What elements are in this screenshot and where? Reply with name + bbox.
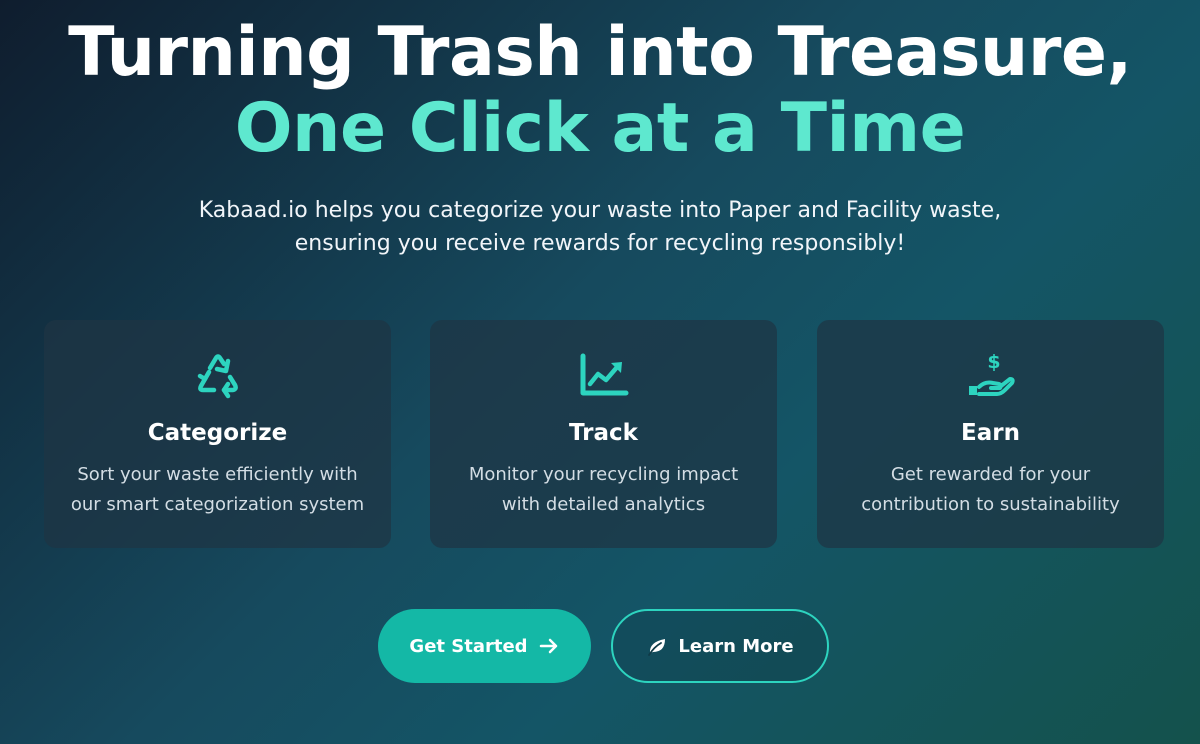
hero-subtitle-line-1: Kabaad.io helps you categorize your wast… <box>198 198 1002 223</box>
feature-description-line: Get rewarded for your <box>890 464 1091 485</box>
feature-card-earn: $ Earn Get rewarded for your contributio… <box>817 320 1164 548</box>
feature-title: Track <box>569 420 638 446</box>
feature-description-line: Monitor your recycling impact <box>468 464 739 485</box>
chart-line-icon <box>578 348 630 400</box>
feature-description-line: with detailed analytics <box>501 494 706 515</box>
feature-title: Categorize <box>147 420 288 446</box>
feature-card-categorize: Categorize Sort your waste efficiently w… <box>44 320 391 548</box>
hero-section: Turning Trash into Treasure, One Click a… <box>0 0 1200 744</box>
hero-subtitle-line-2: ensuring you receive rewards for recycli… <box>294 231 906 256</box>
hand-dollar-icon: $ <box>965 348 1017 400</box>
svg-text:$: $ <box>987 351 1000 373</box>
learn-more-label: Learn More <box>678 635 794 657</box>
learn-more-button[interactable]: Learn More <box>611 609 829 683</box>
feature-description: Monitor your recycling impact with detai… <box>454 460 753 520</box>
get-started-button[interactable]: Get Started <box>378 609 591 683</box>
feature-description-line: Sort your waste efficiently with <box>77 464 358 485</box>
feature-cards: Categorize Sort your waste efficiently w… <box>44 320 1164 548</box>
feature-description: Sort your waste efficiently with our sma… <box>68 460 367 520</box>
recycle-icon <box>192 348 244 400</box>
hero-subtitle: Kabaad.io helps you categorize your wast… <box>150 194 1050 260</box>
arrow-right-icon <box>538 635 560 657</box>
leaf-icon <box>646 635 668 657</box>
hero-title-line-1: Turning Trash into Treasure, <box>68 13 1132 92</box>
feature-card-track: Track Monitor your recycling impact with… <box>430 320 777 548</box>
feature-description: Get rewarded for your contribution to su… <box>841 460 1140 520</box>
get-started-label: Get Started <box>409 635 528 657</box>
feature-description-line: contribution to sustainability <box>861 494 1120 515</box>
feature-description-line: our smart categorization system <box>70 494 365 515</box>
hero-title-line-2: One Click at a Time <box>234 89 966 168</box>
feature-title: Earn <box>961 420 1020 446</box>
